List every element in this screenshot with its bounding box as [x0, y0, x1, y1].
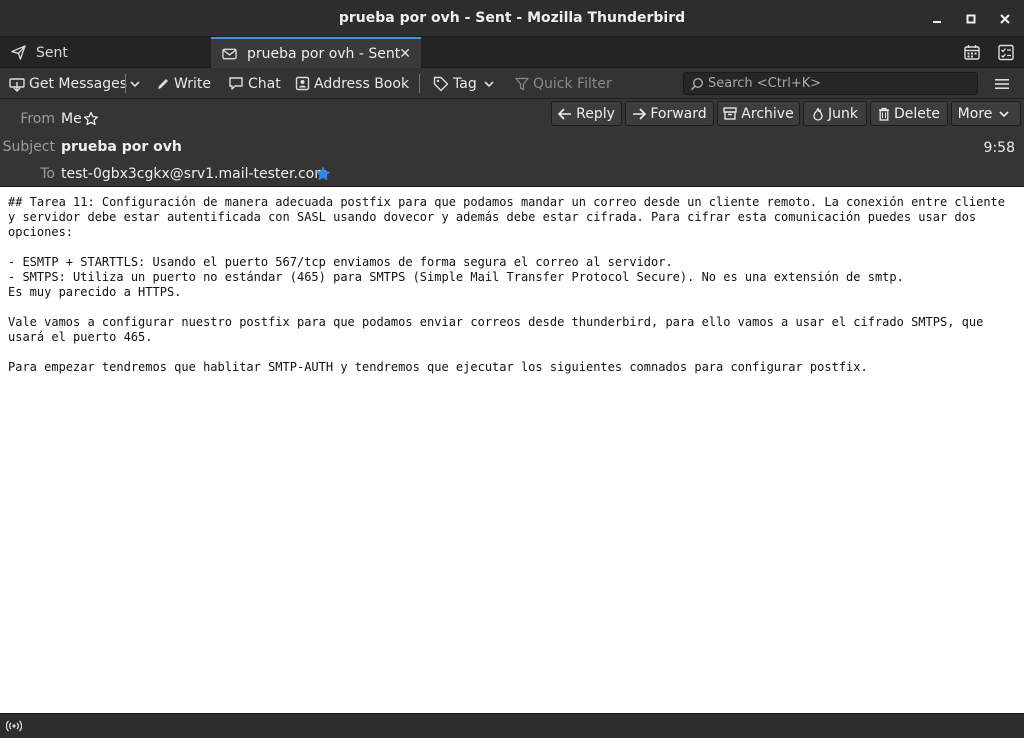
toolbar-divider — [125, 74, 126, 93]
junk-button[interactable]: Junk — [803, 101, 867, 126]
address-book-icon — [295, 76, 310, 91]
filter-icon — [515, 77, 529, 90]
reply-label: Reply — [576, 105, 615, 122]
flame-icon — [813, 107, 823, 121]
tab-message[interactable]: prueba por ovh - Sent ✕ — [211, 37, 421, 68]
search-placeholder: Search <Ctrl+K> — [708, 76, 822, 91]
maximize-icon — [966, 14, 976, 23]
app-menu-button[interactable] — [995, 68, 1013, 99]
envelope-icon — [221, 46, 237, 62]
junk-label: Junk — [828, 105, 858, 122]
trash-icon — [879, 107, 889, 121]
reply-icon — [558, 107, 572, 120]
quick-filter-button[interactable]: Quick Filter — [515, 68, 612, 99]
calendar-icon[interactable] — [963, 44, 981, 61]
star-filled-icon[interactable] — [315, 166, 331, 186]
pencil-icon — [158, 78, 168, 89]
chat-label: Chat — [248, 75, 281, 92]
get-messages-dropdown[interactable] — [129, 68, 145, 99]
forward-icon — [633, 107, 647, 120]
tag-label: Tag — [453, 75, 477, 92]
write-button[interactable]: Write — [156, 68, 211, 99]
chat-button[interactable]: Chat — [228, 68, 281, 99]
tag-icon — [433, 76, 449, 91]
chevron-down-icon — [484, 80, 494, 87]
reply-button[interactable]: Reply — [551, 101, 622, 126]
window-title: prueba por ovh - Sent - Mozilla Thunderb… — [338, 10, 686, 26]
hamburger-menu-icon — [995, 78, 1009, 89]
to-label: To — [40, 166, 55, 182]
get-messages-button[interactable]: Get Messages — [9, 68, 127, 99]
chat-icon — [229, 77, 243, 90]
main-toolbar: Get Messages Write Chat Address Book Tag… — [0, 68, 1024, 99]
from-value[interactable]: Me — [61, 111, 82, 127]
chevron-down-icon — [999, 110, 1009, 117]
forward-button[interactable]: Forward — [625, 101, 714, 126]
address-book-button[interactable]: Address Book — [295, 68, 409, 99]
message-time: 9:58 — [983, 140, 1015, 156]
close-icon — [1000, 13, 1010, 24]
star-outline-icon[interactable] — [83, 111, 99, 131]
status-bar — [0, 713, 1024, 738]
tab-close-icon[interactable]: ✕ — [399, 46, 411, 62]
quick-filter-label: Quick Filter — [533, 75, 612, 92]
message-header: From Me Subject prueba por ovh To test-0… — [0, 99, 1024, 187]
chevron-down-icon — [130, 80, 140, 87]
write-label: Write — [174, 75, 211, 92]
minimize-button[interactable] — [920, 0, 954, 37]
tasks-icon[interactable] — [997, 44, 1015, 61]
window-titlebar: prueba por ovh - Sent - Mozilla Thunderb… — [0, 0, 1024, 37]
from-label: From — [20, 111, 55, 127]
minimize-icon — [933, 20, 941, 23]
archive-button[interactable]: Archive — [717, 101, 800, 126]
message-body-text: ## Tarea 11: Configuración de manera ade… — [8, 195, 1005, 374]
subject-value: prueba por ovh — [61, 139, 182, 155]
archive-label: Archive — [741, 105, 794, 122]
search-icon — [690, 77, 704, 90]
online-status-icon[interactable] — [5, 719, 23, 737]
send-icon — [10, 45, 26, 61]
get-messages-label: Get Messages — [29, 75, 128, 92]
download-icon — [9, 77, 25, 92]
to-value[interactable]: test-0gbx3cgkx@srv1.mail-tester.com — [61, 166, 328, 182]
tab-label: Sent — [36, 44, 68, 61]
archive-icon — [723, 107, 737, 120]
subject-label: Subject — [2, 139, 55, 155]
toolbar-divider — [419, 74, 420, 93]
search-input[interactable]: Search <Ctrl+K> — [683, 72, 978, 95]
message-body[interactable]: ## Tarea 11: Configuración de manera ade… — [0, 187, 1024, 713]
tab-sent[interactable]: Sent — [0, 37, 210, 68]
tab-label: prueba por ovh - Sent — [247, 45, 401, 62]
more-label: More — [957, 105, 993, 122]
delete-button[interactable]: Delete — [870, 101, 948, 126]
more-button[interactable]: More — [951, 101, 1021, 126]
delete-label: Delete — [894, 105, 940, 122]
close-window-button[interactable] — [988, 0, 1022, 37]
tag-button[interactable]: Tag — [433, 68, 499, 99]
maximize-button[interactable] — [954, 0, 988, 37]
tab-bar: Sent prueba por ovh - Sent ✕ — [0, 37, 1024, 68]
forward-label: Forward — [650, 105, 707, 122]
address-book-label: Address Book — [314, 75, 410, 92]
